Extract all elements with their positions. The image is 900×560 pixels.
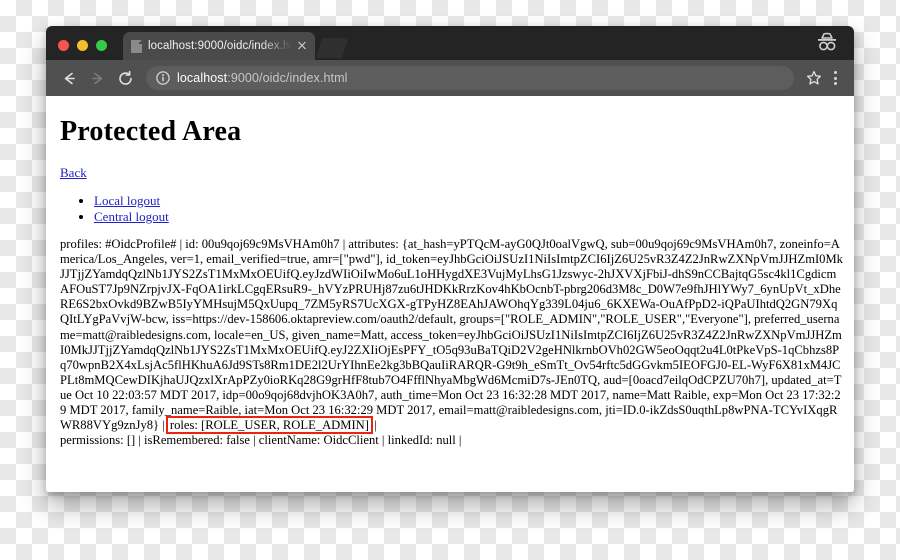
maximize-window-button[interactable] [96, 40, 107, 51]
roles-highlight-annotation: roles: [ROLE_USER, ROLE_ADMIN] [165, 416, 373, 435]
tab-strip: localhost:9000/oidc/index.html [46, 26, 854, 60]
incognito-icon [814, 31, 840, 55]
minimize-window-button[interactable] [77, 40, 88, 51]
url-host: localhost [177, 71, 228, 85]
browser-tab[interactable]: localhost:9000/oidc/index.html [123, 32, 315, 60]
page-favicon-icon [131, 39, 142, 53]
back-link[interactable]: Back [60, 165, 87, 180]
address-bar-url: localhost:9000/oidc/index.html [177, 71, 347, 85]
three-dot-menu-icon[interactable] [826, 66, 844, 90]
star-icon[interactable] [802, 66, 826, 90]
window-traffic-lights [46, 40, 117, 60]
page-title: Protected Area [60, 116, 242, 147]
menu-dot [833, 82, 837, 86]
address-bar[interactable]: localhost:9000/oidc/index.html [146, 66, 794, 90]
oidc-profile-dump: profiles: #OidcProfile# | id: 00u9qoj69c… [60, 237, 844, 448]
menu-dot [833, 76, 837, 80]
local-logout-link[interactable]: Local logout [94, 193, 160, 208]
url-path: :9000/oidc/index.html [227, 71, 348, 85]
back-arrow-icon[interactable] [56, 65, 82, 91]
profile-text-before: profiles: #OidcProfile# | id: 00u9qoj69c… [60, 237, 843, 433]
page-viewport: Protected Area Back Local logout Central… [46, 96, 854, 492]
list-item: Central logout [94, 209, 844, 225]
info-circle-icon[interactable] [156, 71, 170, 85]
browser-toolbar: localhost:9000/oidc/index.html [46, 60, 854, 96]
new-tab-button[interactable] [315, 38, 349, 58]
forward-arrow-icon [84, 65, 110, 91]
close-window-button[interactable] [58, 40, 69, 51]
browser-window: localhost:9000/oidc/index.html localhost… [46, 26, 854, 492]
list-item: Local logout [94, 193, 844, 209]
menu-dot [833, 70, 837, 74]
back-link-row: Back [60, 164, 844, 182]
close-tab-icon[interactable] [295, 39, 309, 53]
tab-title: localhost:9000/oidc/index.html [148, 40, 292, 52]
reload-icon[interactable] [112, 65, 138, 91]
logout-links-list: Local logout Central logout [60, 193, 844, 224]
central-logout-link[interactable]: Central logout [94, 209, 169, 224]
